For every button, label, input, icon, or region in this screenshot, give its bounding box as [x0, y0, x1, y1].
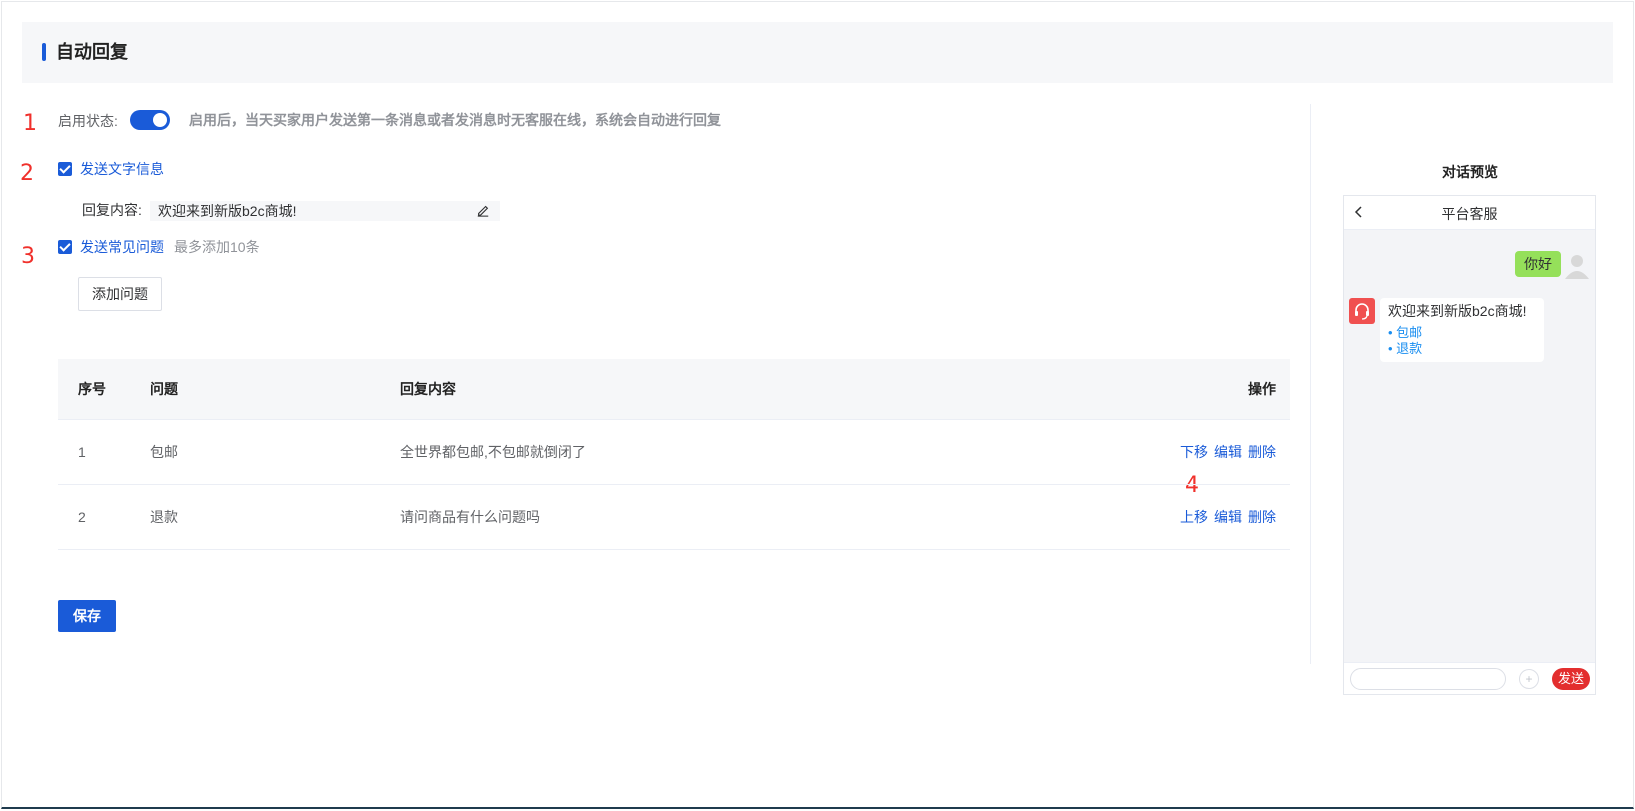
table-row: 1 包邮 全世界都包邮,不包邮就倒闭了 下移 编辑 删除	[58, 420, 1290, 485]
send-faq-checkbox[interactable]	[58, 240, 72, 254]
user-message-bubble: 你好	[1515, 251, 1561, 277]
add-question-button[interactable]: 添加问题	[78, 277, 162, 311]
reply-content-label: 回复内容:	[82, 202, 142, 218]
panel-divider	[1310, 104, 1311, 664]
send-faq-label[interactable]: 发送常见问题	[80, 238, 164, 256]
support-avatar	[1349, 298, 1375, 324]
phone-header: 平台客服	[1344, 196, 1595, 230]
row-index: 1	[78, 444, 86, 460]
user-avatar-icon	[1565, 255, 1589, 279]
send-text-label[interactable]: 发送文字信息	[80, 160, 164, 178]
column-header-question: 问题	[150, 381, 178, 397]
plus-icon[interactable]: +	[1519, 669, 1539, 689]
toggle-knob	[153, 113, 167, 127]
status-description: 启用后，当天买家用户发送第一条消息或者发消息时无客服在线，系统会自动进行回复	[189, 112, 721, 128]
move-down-link[interactable]: 下移	[1180, 442, 1208, 462]
save-button[interactable]: 保存	[58, 600, 116, 632]
faq-hint: 最多添加10条	[174, 239, 260, 255]
status-label: 启用状态:	[58, 113, 118, 129]
row-question: 退款	[150, 509, 178, 525]
reply-content-field[interactable]: 欢迎来到新版b2c商城!	[150, 201, 500, 221]
send-button[interactable]: 发送	[1552, 668, 1590, 690]
edit-link[interactable]: 编辑	[1214, 507, 1242, 527]
support-message-text: 欢迎来到新版b2c商城!	[1388, 303, 1527, 319]
column-header-ops: 操作	[1248, 381, 1276, 397]
row-answer: 请问商品有什么问题吗	[400, 509, 540, 525]
chat-input[interactable]	[1350, 668, 1506, 690]
page-title: 自动回复	[56, 42, 128, 62]
phone-preview: 平台客服 你好 欢迎来到新版b2c商城! • 包邮 • 退款 + 发送	[1343, 195, 1596, 695]
delete-link[interactable]: 删除	[1248, 507, 1276, 527]
edit-link[interactable]: 编辑	[1214, 442, 1242, 462]
faq-item-link[interactable]: • 包邮	[1388, 325, 1536, 341]
support-message-bubble: 欢迎来到新版b2c商城! • 包邮 • 退款	[1380, 298, 1544, 362]
move-up-link[interactable]: 上移	[1180, 507, 1208, 527]
enable-toggle[interactable]	[130, 110, 170, 130]
faq-item-link[interactable]: • 退款	[1388, 341, 1536, 357]
header-accent-bar	[42, 43, 46, 61]
delete-link[interactable]: 删除	[1248, 442, 1276, 462]
column-header-answer: 回复内容	[400, 381, 456, 397]
annotation-2: 2	[20, 161, 34, 186]
row-answer: 全世界都包邮,不包邮就倒闭了	[400, 444, 586, 460]
section-header: 自动回复	[22, 22, 1613, 83]
edit-pen-icon[interactable]	[476, 203, 490, 217]
column-header-index: 序号	[78, 381, 106, 397]
phone-title: 平台客服	[1441, 206, 1498, 222]
phone-footer: + 发送	[1344, 662, 1595, 694]
table-header: 序号 问题 回复内容 操作	[58, 359, 1290, 420]
table-row: 2 退款 请问商品有什么问题吗 上移 编辑 删除	[58, 485, 1290, 550]
row-ops: 下移 编辑 删除	[1180, 442, 1276, 462]
faq-table: 序号 问题 回复内容 操作 1 包邮 全世界都包邮,不包邮就倒闭了 下移 编辑 …	[58, 359, 1290, 550]
row-question: 包邮	[150, 444, 178, 460]
annotation-1: 1	[23, 111, 37, 136]
send-text-checkbox[interactable]	[58, 162, 72, 176]
row-ops: 上移 编辑 删除	[1180, 507, 1276, 527]
headset-icon	[1355, 303, 1369, 320]
annotation-3: 3	[21, 244, 35, 269]
reply-content-value: 欢迎来到新版b2c商城!	[158, 203, 297, 219]
row-index: 2	[78, 509, 86, 525]
preview-title: 对话预览	[1442, 164, 1498, 180]
